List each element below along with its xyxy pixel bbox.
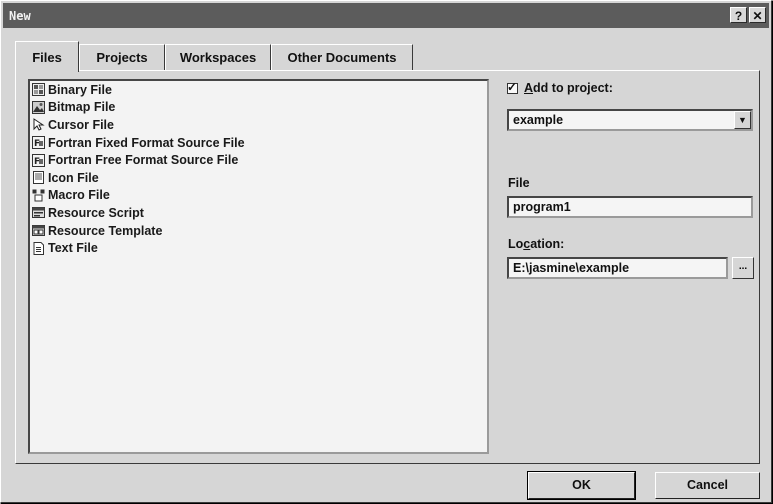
cancel-button[interactable]: Cancel bbox=[655, 472, 760, 499]
list-item[interactable]: Macro File bbox=[30, 187, 487, 205]
tab-workspaces[interactable]: Workspaces bbox=[165, 44, 271, 70]
chevron-down-icon[interactable]: ▼ bbox=[734, 111, 751, 129]
list-item-label: Fortran Free Format Source File bbox=[48, 153, 239, 168]
file-type-list[interactable]: Binary File Bitmap File Cursor File F Fo… bbox=[28, 79, 489, 454]
list-item[interactable]: Text File bbox=[30, 239, 487, 257]
list-item[interactable]: Resource Template bbox=[30, 222, 487, 240]
icon-file-icon bbox=[32, 171, 45, 185]
tab-other-documents[interactable]: Other Documents bbox=[271, 44, 413, 70]
add-to-project-row[interactable]: Add to project: bbox=[507, 80, 613, 95]
add-to-project-label: Add to project: bbox=[524, 81, 613, 95]
list-item[interactable]: Resource Script bbox=[30, 204, 487, 222]
list-item-label: Fortran Fixed Format Source File bbox=[48, 135, 245, 150]
list-item-label: Cursor File bbox=[48, 117, 114, 132]
bitmap-file-icon bbox=[32, 100, 45, 114]
fortran-fixed-file-icon: F bbox=[32, 136, 45, 150]
close-button[interactable]: ✕ bbox=[749, 7, 766, 23]
text-file-icon bbox=[32, 241, 45, 255]
tab-projects[interactable]: Projects bbox=[79, 44, 165, 70]
binary-file-icon bbox=[32, 83, 45, 97]
tab-files[interactable]: Files bbox=[15, 41, 79, 72]
list-item-label: Text File bbox=[48, 241, 98, 256]
list-item[interactable]: Binary File bbox=[30, 81, 487, 99]
project-select-value: example bbox=[513, 113, 564, 127]
project-select[interactable]: example ▼ bbox=[507, 109, 753, 131]
list-item-label: Icon File bbox=[48, 170, 99, 185]
list-item-label: Resource Template bbox=[48, 223, 163, 238]
list-item-label: Resource Script bbox=[48, 205, 144, 220]
window-title: New bbox=[9, 9, 31, 23]
location-label: Location: bbox=[508, 237, 564, 251]
list-item[interactable]: Bitmap File bbox=[30, 99, 487, 117]
list-item[interactable]: Cursor File bbox=[30, 116, 487, 134]
add-to-project-checkbox[interactable] bbox=[507, 80, 518, 94]
cursor-file-icon bbox=[32, 118, 45, 132]
list-item[interactable]: F Fortran Fixed Format Source File bbox=[30, 134, 487, 152]
resource-template-icon bbox=[32, 224, 45, 237]
ok-button[interactable]: OK bbox=[528, 472, 635, 499]
list-item-label: Binary File bbox=[48, 82, 112, 97]
fortran-free-file-icon: F bbox=[32, 153, 45, 167]
resource-script-icon bbox=[32, 206, 45, 219]
list-item[interactable]: Icon File bbox=[30, 169, 487, 187]
browse-button[interactable]: ... bbox=[732, 257, 754, 279]
title-bar[interactable]: New ? ✕ bbox=[3, 3, 769, 28]
accel-letter: A bbox=[524, 81, 534, 95]
label-pre: Lo bbox=[508, 237, 524, 251]
label-rest: dd to project: bbox=[533, 81, 613, 95]
label-post: ation: bbox=[530, 237, 565, 251]
file-name-label: File bbox=[508, 176, 530, 190]
list-item[interactable]: F Fortran Free Format Source File bbox=[30, 151, 487, 169]
macro-file-icon bbox=[32, 189, 45, 202]
list-item-label: Macro File bbox=[48, 188, 110, 203]
file-name-input[interactable]: program1 bbox=[507, 196, 753, 218]
list-item-label: Bitmap File bbox=[48, 100, 116, 115]
location-input[interactable]: E:\jasmine\example bbox=[507, 257, 728, 279]
help-button[interactable]: ? bbox=[730, 7, 747, 23]
